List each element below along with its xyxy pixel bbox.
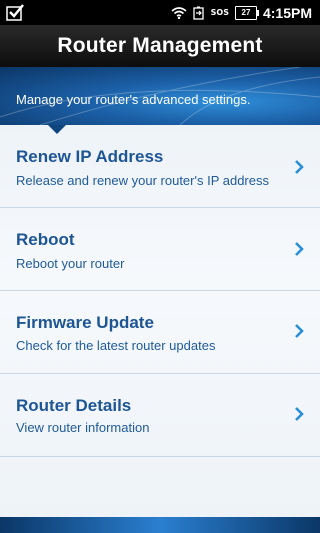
menu-item-renew-ip[interactable]: Renew IP Address Release and renew your … bbox=[0, 125, 320, 207]
menu-item-router-details[interactable]: Router Details View router information bbox=[0, 374, 320, 456]
menu-item-subtitle: Check for the latest router updates bbox=[16, 338, 216, 353]
status-time: 4:15PM bbox=[262, 4, 312, 21]
sos-signal-icon: SOS bbox=[210, 7, 229, 17]
menu-item-title: Router Details bbox=[16, 396, 132, 415]
menu-item-reboot[interactable]: Reboot Reboot your router bbox=[0, 208, 320, 290]
battery-level: 27 bbox=[241, 7, 251, 17]
footer-band bbox=[0, 517, 320, 533]
menu-item-firmware-update[interactable]: Firmware Update Check for the latest rou… bbox=[0, 291, 320, 373]
status-bar: SOS 27 4:15PM bbox=[0, 0, 320, 25]
divider bbox=[0, 456, 320, 457]
page-subtitle: Manage your router's advanced settings. bbox=[16, 92, 251, 107]
chevron-right-icon bbox=[295, 324, 304, 338]
battery-icon: 27 bbox=[234, 5, 259, 20]
menu-item-subtitle: Reboot your router bbox=[16, 256, 125, 271]
menu-item-title: Firmware Update bbox=[16, 313, 154, 332]
title-bar: Router Management bbox=[0, 25, 320, 68]
chevron-right-icon bbox=[295, 242, 304, 256]
menu-item-title: Reboot bbox=[16, 230, 75, 249]
menu-item-subtitle: View router information bbox=[16, 420, 150, 435]
menu-item-subtitle: Release and renew your router's IP addre… bbox=[16, 173, 269, 188]
wifi-icon bbox=[171, 6, 187, 19]
battery-saver-icon bbox=[192, 6, 205, 20]
check-icon bbox=[6, 4, 24, 21]
chevron-right-icon bbox=[295, 160, 304, 174]
sos-label: SOS bbox=[210, 7, 229, 17]
menu-item-title: Renew IP Address bbox=[16, 147, 164, 166]
chevron-right-icon bbox=[295, 407, 304, 421]
page-title: Router Management bbox=[57, 34, 263, 57]
